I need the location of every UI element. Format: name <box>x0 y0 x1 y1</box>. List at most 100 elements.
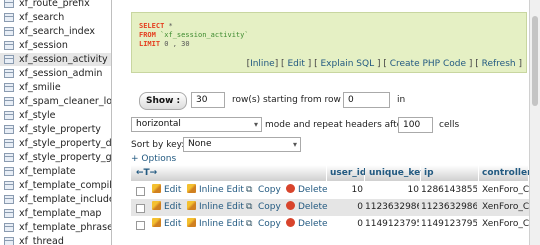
cell-unique-key: 1123632986 <box>365 202 419 212</box>
table-icon <box>4 55 14 64</box>
column-header-user-id[interactable]: user_id <box>327 165 366 181</box>
table-icon <box>4 209 14 218</box>
pencil-icon <box>187 218 196 227</box>
table-icon <box>4 237 14 245</box>
sidebar-item-xf-session-admin[interactable]: xf_session_admin <box>0 67 111 80</box>
table-icon <box>4 83 14 92</box>
inline-edit-row-link[interactable]: Inline Edit <box>187 216 244 233</box>
repeat-headers-input[interactable]: 100 <box>398 117 433 133</box>
pencil-icon <box>152 184 161 193</box>
table-row: Edit Inline Edit ⧉ Copy Delete 10 10 1286… <box>131 182 529 199</box>
delete-icon <box>286 184 295 193</box>
sql-line-limit: LIMIT 0 , 30 <box>139 40 190 48</box>
inline-edit-row-link[interactable]: Inline Edit <box>187 199 244 216</box>
cell-unique-key: 10 <box>407 185 419 195</box>
table-icon <box>4 167 14 176</box>
rows-count-input[interactable]: 30 <box>191 92 225 108</box>
sidebar-item-xf-style[interactable]: xf_style <box>0 109 111 122</box>
create-php-code-link[interactable]: Create PHP Code <box>390 59 466 69</box>
pencil-icon <box>187 201 196 210</box>
sidebar-item-xf-smilie[interactable]: xf_smilie <box>0 81 111 94</box>
page-scrollbar[interactable] <box>529 0 540 245</box>
sidebar-item-xf-session-activity[interactable]: xf_session_activity <box>0 53 111 66</box>
sidebar-item-xf-route-prefix[interactable]: xf_route_prefix <box>0 0 111 10</box>
in-label: in <box>397 95 406 105</box>
edit-row-link[interactable]: Edit <box>152 199 181 216</box>
cell-user-id: 10 <box>351 185 363 195</box>
column-header-unique-key[interactable]: unique_key <box>365 165 426 181</box>
table-icon <box>4 125 14 134</box>
table-icon <box>4 0 14 8</box>
scrollbar-thumb[interactable] <box>532 16 538 106</box>
table-icon <box>4 69 14 78</box>
edit-row-link[interactable]: Edit <box>152 182 181 199</box>
delete-row-link[interactable]: Delete <box>286 182 328 199</box>
edit-row-link[interactable]: Edit <box>152 216 181 233</box>
column-arrows-header[interactable]: ←T→ <box>131 165 327 181</box>
sidebar-item-xf-session[interactable]: xf_session <box>0 39 111 52</box>
table-icon <box>4 111 14 120</box>
sort-by-key-select[interactable]: None ▾ <box>183 137 301 152</box>
options-link[interactable]: + Options <box>131 154 176 164</box>
inline-edit-row-link[interactable]: Inline Edit <box>187 182 244 199</box>
sidebar-item-xf-style-property-group[interactable]: xf_style_property_grou <box>0 151 111 164</box>
cell-controller: XenForo_Co <box>482 185 529 195</box>
sidebar-item-xf-thread[interactable]: xf_thread <box>0 235 111 245</box>
column-header-ip[interactable]: ip <box>421 165 479 181</box>
sql-action-links: [Inline] [ Edit ] [ Explain SQL ] [ Crea… <box>246 59 522 69</box>
rows-starting-label: row(s) starting from row # <box>232 95 352 105</box>
sidebar-item-xf-template[interactable]: xf_template <box>0 165 111 178</box>
sidebar-item-xf-search-index[interactable]: xf_search_index <box>0 25 111 38</box>
copy-row-link[interactable]: ⧉ Copy <box>246 182 281 199</box>
cell-ip: 1149123795 <box>421 219 477 229</box>
explain-sql-link[interactable]: Explain SQL <box>320 59 374 69</box>
sidebar-item-xf-search[interactable]: xf_search <box>0 11 111 24</box>
table-icon <box>4 13 14 22</box>
cell-user-id: 0 <box>357 219 363 229</box>
repeat-headers-label: mode and repeat headers after <box>265 120 406 130</box>
sql-line-from: FROM `xf_session_activity` <box>139 31 249 39</box>
row-checkbox[interactable] <box>136 221 145 230</box>
refresh-link[interactable]: Refresh <box>482 59 516 69</box>
sidebar-item-xf-style-property-definition[interactable]: xf_style_property_defir <box>0 137 111 150</box>
cell-ip: 1123632986 <box>421 202 477 212</box>
table-row: Edit Inline Edit ⧉ Copy Delete 0 11491237… <box>131 216 529 233</box>
sort-by-key-label: Sort by key: <box>131 140 185 150</box>
pencil-icon <box>152 201 161 210</box>
column-header-controller[interactable]: controller_n <box>479 165 540 181</box>
table-icon <box>4 27 14 36</box>
display-mode-select[interactable]: horizontal ▾ <box>131 117 262 132</box>
sidebar-item-xf-template-map[interactable]: xf_template_map <box>0 207 111 220</box>
delete-row-link[interactable]: Delete <box>286 216 328 233</box>
delete-row-link[interactable]: Delete <box>286 199 328 216</box>
copy-icon: ⧉ <box>246 202 253 212</box>
row-checkbox[interactable] <box>136 187 145 196</box>
table-icon <box>4 195 14 204</box>
edit-query-link[interactable]: Edit <box>287 59 304 69</box>
row-checkbox[interactable] <box>136 204 145 213</box>
table-icon <box>4 97 14 106</box>
pencil-icon <box>187 184 196 193</box>
cell-unique-key: 1149123795 <box>365 219 419 229</box>
copy-row-link[interactable]: ⧉ Copy <box>246 199 281 216</box>
sidebar-item-xf-spam-cleaner-log[interactable]: xf_spam_cleaner_log <box>0 95 111 108</box>
sidebar-item-xf-template-include[interactable]: xf_template_include <box>0 193 111 206</box>
sql-line-select: SELECT * <box>139 22 173 30</box>
cell-ip: 1286143855 <box>421 185 477 195</box>
chevron-down-icon: ▾ <box>292 140 297 149</box>
table-icon <box>4 223 14 232</box>
copy-icon: ⧉ <box>246 185 253 195</box>
cells-label: cells <box>439 120 460 130</box>
copy-row-link[interactable]: ⧉ Copy <box>246 216 281 233</box>
cell-user-id: 0 <box>357 202 363 212</box>
show-button[interactable]: Show : <box>139 92 188 110</box>
sidebar-item-xf-style-property[interactable]: xf_style_property <box>0 123 111 136</box>
inline-link[interactable]: Inline <box>250 59 275 69</box>
cell-controller: XenForo_Co <box>482 202 529 212</box>
table-icon <box>4 181 14 190</box>
sidebar-item-xf-template-compiled[interactable]: xf_template_compiled <box>0 179 111 192</box>
sql-query-box: SELECT * FROM `xf_session_activity` LIMI… <box>131 12 527 73</box>
start-row-input[interactable]: 0 <box>343 92 390 108</box>
sidebar-item-xf-template-phrase[interactable]: xf_template_phrase <box>0 221 111 234</box>
pencil-icon <box>152 218 161 227</box>
